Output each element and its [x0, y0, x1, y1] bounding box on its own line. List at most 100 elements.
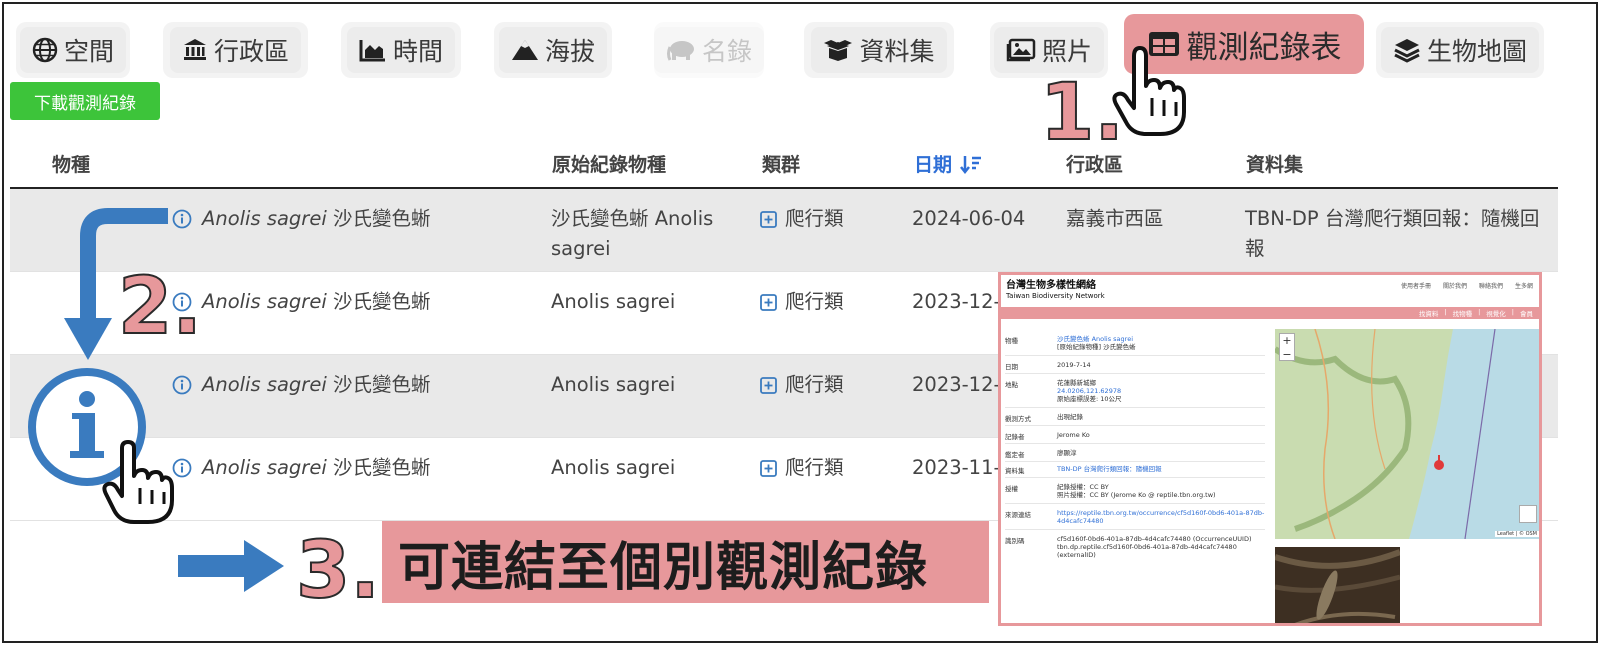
- occurrence-detail-preview: 台灣生物多樣性網絡 Taiwan Biodiversity Network 使用者…: [998, 272, 1542, 626]
- preview-field-label: 日期: [1005, 363, 1018, 371]
- preview-nav-links: 找資料 | 找物種 | 視覺化 | 會員: [1418, 308, 1533, 318]
- tab-label: 生物地圖: [1426, 37, 1527, 66]
- date-value: 2023-12-: [912, 290, 1001, 313]
- species-common-name: 沙氏變色蜥: [332, 373, 431, 396]
- preview-source-link[interactable]: https://reptile.tbn.org.tw/occurrence/cf…: [1057, 509, 1267, 525]
- step-number-1: 1.: [1039, 67, 1125, 159]
- species-common-name: 沙氏變色蜥: [332, 290, 431, 313]
- tab-checklist[interactable]: 名錄: [654, 22, 765, 78]
- globe-icon: [32, 37, 58, 63]
- tab-biomap[interactable]: 生物地圖: [1376, 22, 1544, 78]
- map-land-shape: [1275, 329, 1496, 539]
- tab-label: 名錄: [702, 37, 753, 66]
- zoom-in-button[interactable]: +: [1280, 334, 1294, 348]
- map-attribution: Leaflet | © OSM: [1495, 531, 1539, 537]
- callout-text: 可連結至個別觀測紀錄: [398, 537, 929, 598]
- plus-square-icon[interactable]: [760, 376, 777, 394]
- dataset-value-cont: 報: [1245, 237, 1265, 260]
- sort-desc-icon: [960, 155, 982, 174]
- photo-thumbnail: [1274, 547, 1402, 623]
- step-number-3: 3.: [295, 525, 381, 617]
- tab-dataset[interactable]: 資料集: [804, 22, 954, 78]
- species-common-name: 沙氏變色蜥: [332, 456, 431, 479]
- tab-space[interactable]: 空間: [16, 22, 130, 78]
- step-number-2: 2.: [117, 261, 203, 353]
- info-icon[interactable]: [172, 458, 192, 478]
- preview-divider: [1005, 529, 1265, 530]
- header-date[interactable]: 日期: [914, 150, 982, 177]
- original-species: Anolis sagrei: [551, 456, 676, 479]
- preview-field-label: 地點: [1005, 381, 1018, 389]
- tab-label: 資料集: [859, 37, 935, 66]
- header-district[interactable]: 行政區: [1066, 150, 1123, 177]
- preview-field-value[interactable]: TBN-DP 台灣爬行類回報：隨機回報: [1057, 465, 1267, 473]
- date-value: 2023-11-: [912, 456, 1001, 479]
- species-scientific-name: Anolis sagrei: [202, 373, 327, 396]
- tab-label: 照片: [1041, 37, 1092, 66]
- tab-label: 行政區: [213, 37, 289, 66]
- preview-field-label: 鑑定者: [1005, 451, 1025, 459]
- mountain-icon: [511, 40, 538, 60]
- preview-field-label: 記錄者: [1005, 433, 1025, 441]
- hand-pointer-icon: [102, 440, 174, 524]
- layers-control-icon[interactable]: [1519, 505, 1537, 523]
- tab-altitude[interactable]: 海拔: [494, 22, 612, 78]
- preview-field-value: 2019-7-14: [1057, 361, 1091, 369]
- preview-field-label: 資料集: [1005, 467, 1025, 475]
- preview-field-label: 物種: [1005, 337, 1018, 345]
- species-scientific-name: Anolis sagrei: [202, 207, 327, 230]
- info-icon[interactable]: [172, 375, 192, 395]
- species-common-name: 沙氏變色蜥: [332, 207, 431, 230]
- header-species[interactable]: 物種: [52, 150, 90, 177]
- group-label: 爬行類: [785, 290, 844, 313]
- dataset-value[interactable]: TBN-DP 台灣爬行類回報：隨機回: [1245, 204, 1555, 234]
- table-row: Anolis sagrei 沙氏變色蜥 沙氏變色蜥 Anolis sagrei 爬…: [10, 189, 1558, 272]
- elephant-icon: [667, 41, 694, 61]
- layers-icon: [1394, 39, 1420, 63]
- district-value: 嘉義市西區: [1066, 207, 1164, 230]
- preview-divider: [1005, 407, 1265, 408]
- download-records-button[interactable]: 下載觀測紀錄: [10, 82, 160, 120]
- preview-field-label: 觀測方式: [1005, 415, 1031, 423]
- landmark-icon: [183, 39, 206, 60]
- tab-label: 海拔: [544, 37, 595, 66]
- group-label: 爬行類: [785, 207, 844, 230]
- species-scientific-name: Anolis sagrei: [202, 290, 327, 313]
- preview-field-label: 來源連結: [1005, 511, 1031, 519]
- map-zoom-controls[interactable]: + −: [1279, 333, 1295, 361]
- preview-field-label: 識別碼: [1005, 537, 1025, 545]
- preview-field-value: 廖顯淳: [1057, 449, 1077, 457]
- header-group[interactable]: 類群: [762, 150, 800, 177]
- preview-divider: [1005, 477, 1265, 478]
- group-label: 爬行類: [785, 373, 844, 396]
- plus-square-icon[interactable]: [760, 293, 777, 311]
- plus-square-icon[interactable]: [760, 210, 777, 228]
- preview-field-value: 沙氏變色蜥 Anolis sagrei [原始紀錄物種] 沙氏變色蜥: [1057, 335, 1136, 351]
- plus-square-icon[interactable]: [760, 459, 777, 477]
- zoom-out-button[interactable]: −: [1280, 348, 1294, 362]
- preview-field-value: cf5d160f-0bd6-401a-87db-4d4cafc74480 (Oc…: [1057, 535, 1252, 559]
- original-species: Anolis sagrei: [551, 373, 676, 396]
- tab-time[interactable]: 時間: [341, 22, 461, 78]
- tab-label: 時間: [392, 37, 443, 66]
- preview-map[interactable]: + − Leaflet | © OSM: [1275, 329, 1539, 539]
- original-species: Anolis sagrei: [551, 290, 676, 313]
- original-species: 沙氏變色蜥 Anolis: [551, 207, 714, 230]
- preview-field-value: 紀錄授權：CC BY 照片授權：CC BY (Jerome Ko @ reptil…: [1057, 483, 1216, 499]
- original-species-cont: sagrei: [551, 237, 611, 260]
- group-label: 爬行類: [785, 456, 844, 479]
- preview-field-value: 花蓮縣新城鄉 24.0206,121.62978 原始座標誤差: 10公尺: [1057, 379, 1122, 403]
- photo-icon: [1006, 38, 1036, 62]
- callout-banner: 可連結至個別觀測紀錄: [382, 521, 989, 603]
- header-dataset[interactable]: 資料集: [1246, 150, 1303, 177]
- tab-district[interactable]: 行政區: [163, 22, 308, 78]
- header-original-species[interactable]: 原始紀錄物種: [552, 150, 666, 177]
- species-scientific-name: Anolis sagrei: [202, 456, 327, 479]
- date-value: 2024-06-04: [912, 207, 1026, 230]
- preview-divider: [1005, 373, 1265, 374]
- preview-divider: [1005, 355, 1265, 356]
- preview-photo[interactable]: [1274, 547, 1402, 623]
- preview-top-links: 使用者手冊 關於我們 聯絡我們 生多網: [1400, 283, 1533, 290]
- preview-field-value: 出現紀錄: [1057, 413, 1083, 421]
- preview-divider: [1005, 443, 1265, 444]
